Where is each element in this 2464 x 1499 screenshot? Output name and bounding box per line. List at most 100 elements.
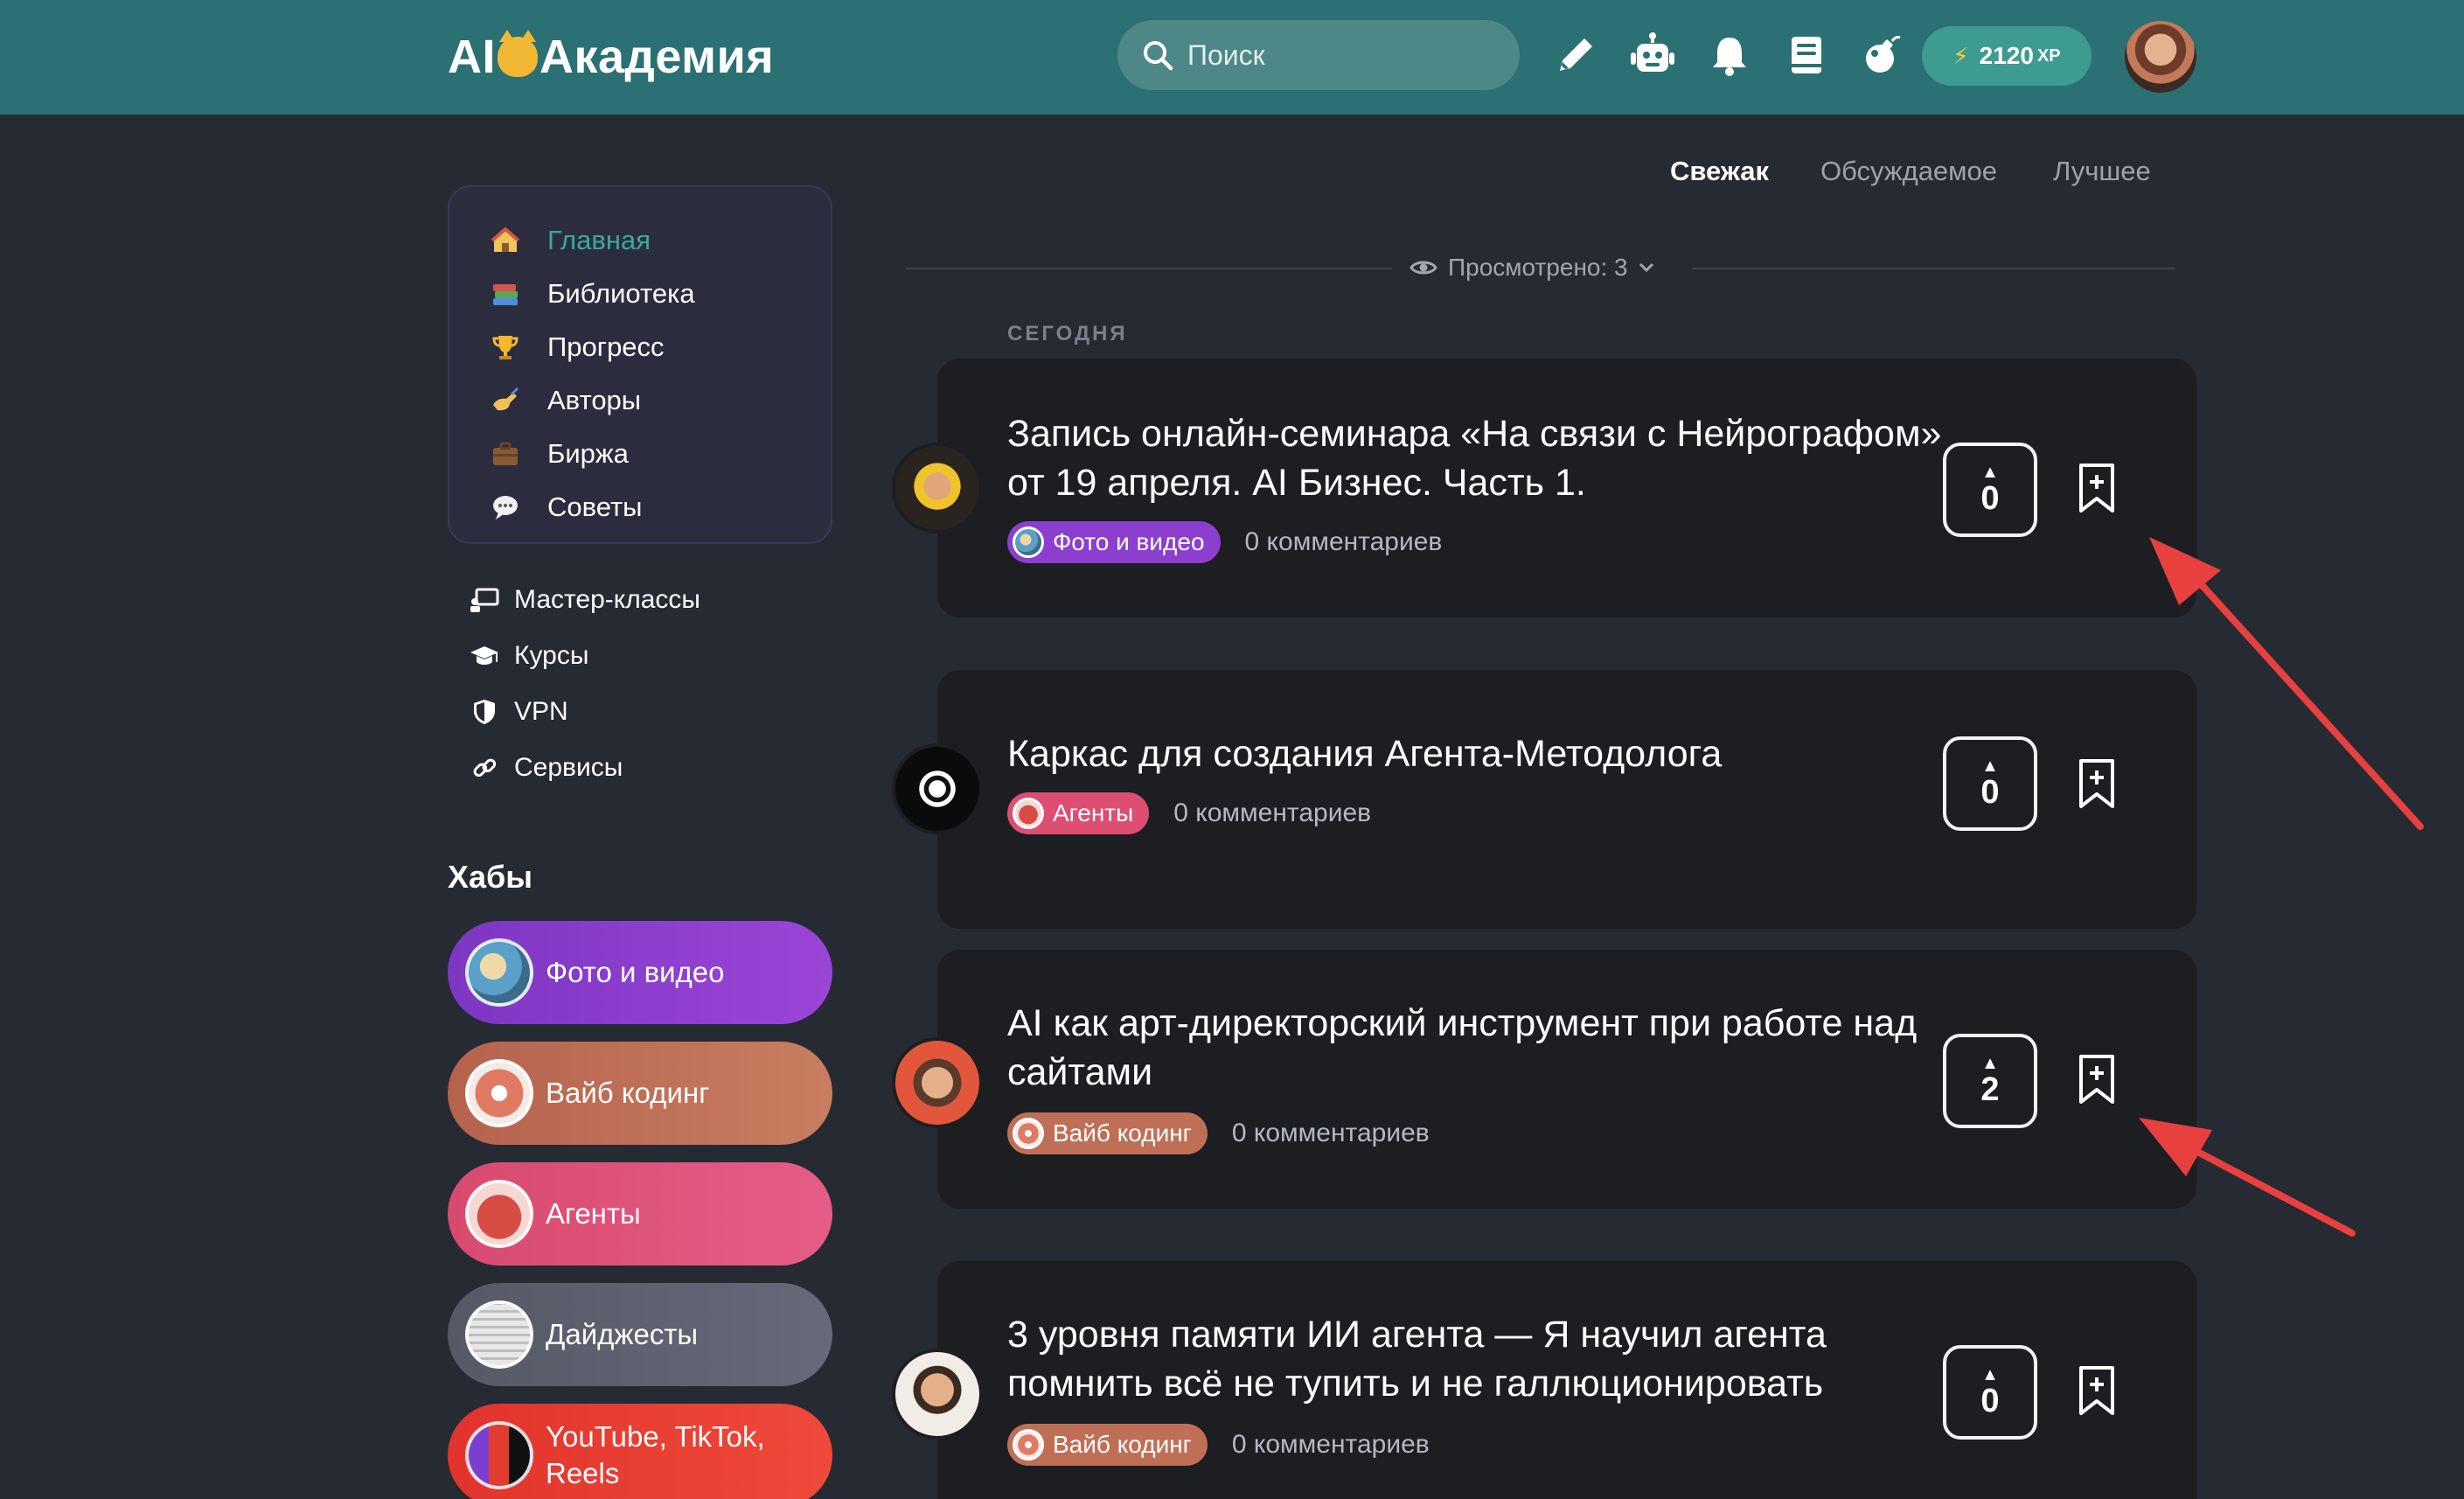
main-nav: Главная Библиотека Прогресс Авторы Биржа… xyxy=(448,185,832,544)
post-title[interactable]: AI как арт-директорский инструмент при р… xyxy=(1007,999,1952,1097)
viewed-label: Просмотрено: 3 xyxy=(1448,254,1628,281)
tab-fresh[interactable]: Свежак xyxy=(1670,156,1769,187)
author-avatar[interactable] xyxy=(892,743,983,834)
vote-button[interactable]: ▲ 0 xyxy=(1943,1345,2037,1440)
hub-youtube-tiktok-reels[interactable]: YouTube, TikTok, Reels xyxy=(448,1404,832,1499)
speech-bubble-icon xyxy=(490,492,521,523)
vote-count: 2 xyxy=(1980,1071,2000,1108)
graduation-cap-icon xyxy=(469,640,500,672)
post-meta: Фото и видео 0 комментариев xyxy=(1007,521,1442,563)
nav-item-home[interactable]: Главная xyxy=(449,213,831,267)
book-icon[interactable] xyxy=(1780,29,1833,81)
xp-value: 2120 xyxy=(1979,42,2034,69)
search-input[interactable]: Поиск xyxy=(1117,20,1520,90)
link-icon xyxy=(469,752,500,784)
comments-count[interactable]: 0 комментариев xyxy=(1232,1430,1430,1460)
link-label: Курсы xyxy=(514,641,589,670)
search-icon xyxy=(1144,41,1173,71)
books-icon xyxy=(490,278,521,310)
post-card[interactable]: Запись онлайн-семинара «На связи с Нейро… xyxy=(892,359,2196,617)
hub-avatar xyxy=(465,1300,533,1369)
author-avatar[interactable] xyxy=(892,443,983,533)
link-label: VPN xyxy=(514,697,568,726)
bookmark-add-icon[interactable] xyxy=(2076,757,2118,810)
robot-icon[interactable] xyxy=(1626,29,1679,81)
hub-label: Фото и видео xyxy=(546,956,725,988)
link-courses[interactable]: Курсы xyxy=(469,628,700,684)
tag-label: Фото и видео xyxy=(1053,528,1205,555)
comments-count[interactable]: 0 комментариев xyxy=(1173,798,1371,828)
arrow-up-icon: ▲ xyxy=(1981,756,1999,776)
post-tag[interactable]: Агенты xyxy=(1007,792,1150,834)
arrow-up-icon: ▲ xyxy=(1981,463,1999,482)
tag-label: Агенты xyxy=(1053,799,1134,826)
nav-item-tips[interactable]: Советы xyxy=(449,480,831,533)
post-tag[interactable]: Вайб кодинг xyxy=(1007,1424,1208,1466)
logo-prefix: AI xyxy=(448,31,496,83)
vote-button[interactable]: ▲ 0 xyxy=(1943,443,2037,537)
tab-best[interactable]: Лучшее xyxy=(2053,156,2151,187)
post-title[interactable]: Каркас для создания Агента-Методолога xyxy=(1007,729,1952,778)
tag-avatar xyxy=(1013,1429,1044,1461)
vote-button[interactable]: ▲ 0 xyxy=(1943,736,2037,831)
hub-digests[interactable]: Дайджесты xyxy=(448,1283,832,1386)
logo-suffix: Академия xyxy=(539,31,775,83)
link-master-classes[interactable]: Мастер-классы xyxy=(469,572,700,628)
hub-vibe-coding[interactable]: Вайб кодинг xyxy=(448,1042,832,1145)
nav-item-library[interactable]: Библиотека xyxy=(449,267,831,320)
nav-item-exchange[interactable]: Биржа xyxy=(449,427,831,480)
user-avatar[interactable] xyxy=(2125,21,2196,93)
tag-label: Вайб кодинг xyxy=(1053,1119,1192,1147)
link-vpn[interactable]: VPN xyxy=(469,684,700,740)
site-logo[interactable]: AI Академия xyxy=(448,26,774,87)
chevron-down-icon xyxy=(1639,262,1653,273)
post-card[interactable]: 3 уровня памяти ИИ агента — Я научил аге… xyxy=(892,1261,2196,1499)
briefcase-icon xyxy=(490,438,521,470)
hub-agents[interactable]: Агенты xyxy=(448,1162,832,1265)
hub-avatar xyxy=(465,938,533,1007)
trophy-icon xyxy=(490,331,521,363)
post-tag[interactable]: Фото и видео xyxy=(1007,521,1221,563)
post-card[interactable]: Каркас для создания Агента-Методолога Аг… xyxy=(892,670,2196,929)
nav-item-authors[interactable]: Авторы xyxy=(449,373,831,427)
bomb-icon[interactable] xyxy=(1857,29,1910,81)
bell-icon[interactable] xyxy=(1703,29,1756,81)
bookmark-add-icon[interactable] xyxy=(2076,462,2118,514)
cat-icon xyxy=(498,30,538,77)
post-tag[interactable]: Вайб кодинг xyxy=(1007,1112,1208,1154)
link-services[interactable]: Сервисы xyxy=(469,740,700,796)
writing-hand-icon xyxy=(490,385,521,416)
hub-avatar xyxy=(465,1180,533,1248)
tab-discussed[interactable]: Обсуждаемое xyxy=(1820,156,1997,187)
nav-label: Авторы xyxy=(547,384,642,415)
post-title[interactable]: 3 уровня памяти ИИ агента — Я научил аге… xyxy=(1007,1310,1952,1408)
nav-item-progress[interactable]: Прогресс xyxy=(449,320,831,373)
tag-avatar xyxy=(1013,526,1044,558)
pencil-icon[interactable] xyxy=(1549,29,1602,81)
post-title[interactable]: Запись онлайн-семинара «На связи с Нейро… xyxy=(1007,409,1952,507)
hub-label: YouTube, TikTok, Reels xyxy=(546,1420,765,1489)
nav-label: Прогресс xyxy=(547,331,665,362)
hub-photo-video[interactable]: Фото и видео xyxy=(448,921,832,1024)
day-label: СЕГОДНЯ xyxy=(1007,322,1128,345)
tag-avatar xyxy=(1013,1118,1044,1149)
secondary-links: Мастер-классы Курсы VPN Сервисы xyxy=(469,572,700,796)
viewed-toggle[interactable]: Просмотрено: 3 xyxy=(1409,250,1667,285)
link-label: Мастер-классы xyxy=(514,585,700,614)
xp-badge[interactable]: ⚡ 2120 XP xyxy=(1922,26,2092,86)
comments-count[interactable]: 0 комментариев xyxy=(1232,1119,1430,1148)
post-meta: Агенты 0 комментариев xyxy=(1007,792,1371,834)
bookmark-add-icon[interactable] xyxy=(2076,1053,2118,1105)
post-card[interactable]: AI как арт-директорский инструмент при р… xyxy=(892,950,2196,1209)
vote-count: 0 xyxy=(1980,774,2000,811)
divider xyxy=(1693,268,2175,269)
xp-label: XP xyxy=(2036,45,2061,66)
vote-button[interactable]: ▲ 2 xyxy=(1943,1034,2037,1128)
author-avatar[interactable] xyxy=(892,1037,983,1128)
comments-count[interactable]: 0 комментариев xyxy=(1245,527,1443,557)
author-avatar[interactable] xyxy=(892,1349,983,1440)
vote-count: 0 xyxy=(1980,1383,2000,1419)
bookmark-add-icon[interactable] xyxy=(2076,1364,2118,1417)
hub-avatar xyxy=(465,1059,533,1127)
arrow-up-icon: ▲ xyxy=(1981,1054,1999,1073)
